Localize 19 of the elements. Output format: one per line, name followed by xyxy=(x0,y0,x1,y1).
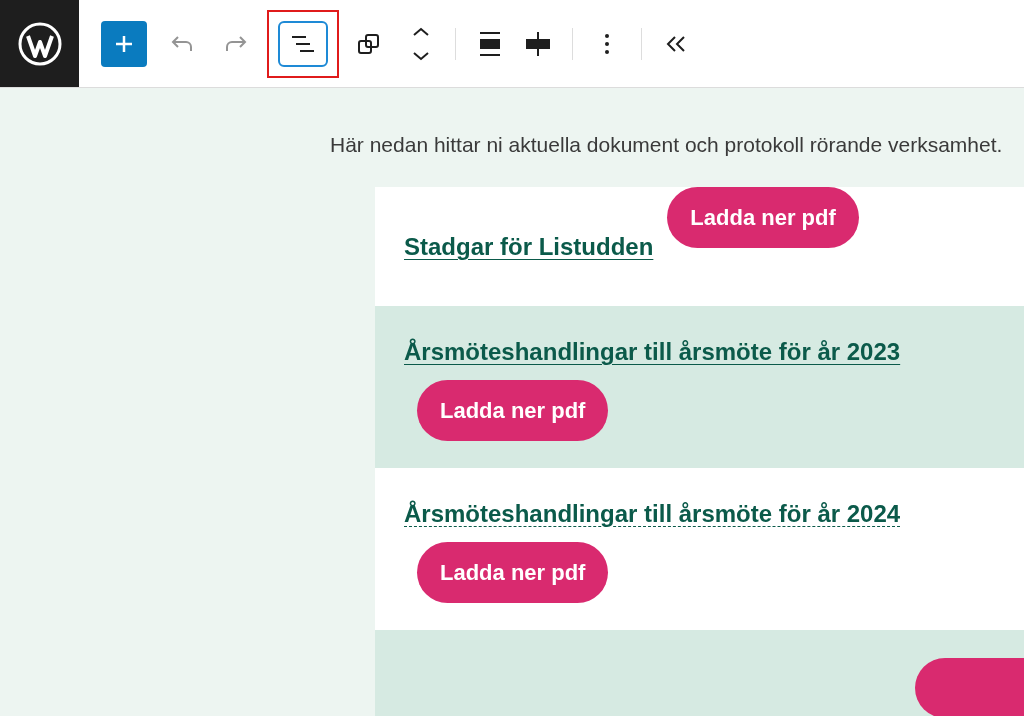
list-view-button[interactable] xyxy=(278,20,328,67)
wide-width-icon xyxy=(478,30,502,57)
more-vertical-icon xyxy=(604,32,610,55)
list-view-icon xyxy=(290,33,316,54)
intro-paragraph: Här nedan hittar ni aktuella dokument och protokoll rörande verksamhet. xyxy=(330,132,1004,158)
full-width-icon xyxy=(525,30,551,57)
logo-tile[interactable] xyxy=(0,0,79,87)
document-link[interactable]: Årsmöteshandlingar till årsmöte för år 2024 xyxy=(404,495,1024,532)
download-button[interactable]: Ladda ner pdf xyxy=(667,187,859,248)
overlapping-squares-icon xyxy=(357,31,381,56)
document-link[interactable]: Stadgar för Listudden xyxy=(404,228,654,265)
double-chevron-left-icon xyxy=(665,34,687,53)
add-block-button[interactable] xyxy=(101,20,147,67)
document-link[interactable]: Årsmöteshandlingar till årsmöte för år 2023 xyxy=(404,333,1024,370)
download-button[interactable]: Ladda ner pdf xyxy=(417,541,609,603)
plus-icon xyxy=(114,33,134,54)
up-down-chevrons-icon xyxy=(411,25,431,62)
download-button[interactable]: Ladda ner pdf xyxy=(417,379,609,441)
wordpress-logo-icon xyxy=(17,21,62,66)
